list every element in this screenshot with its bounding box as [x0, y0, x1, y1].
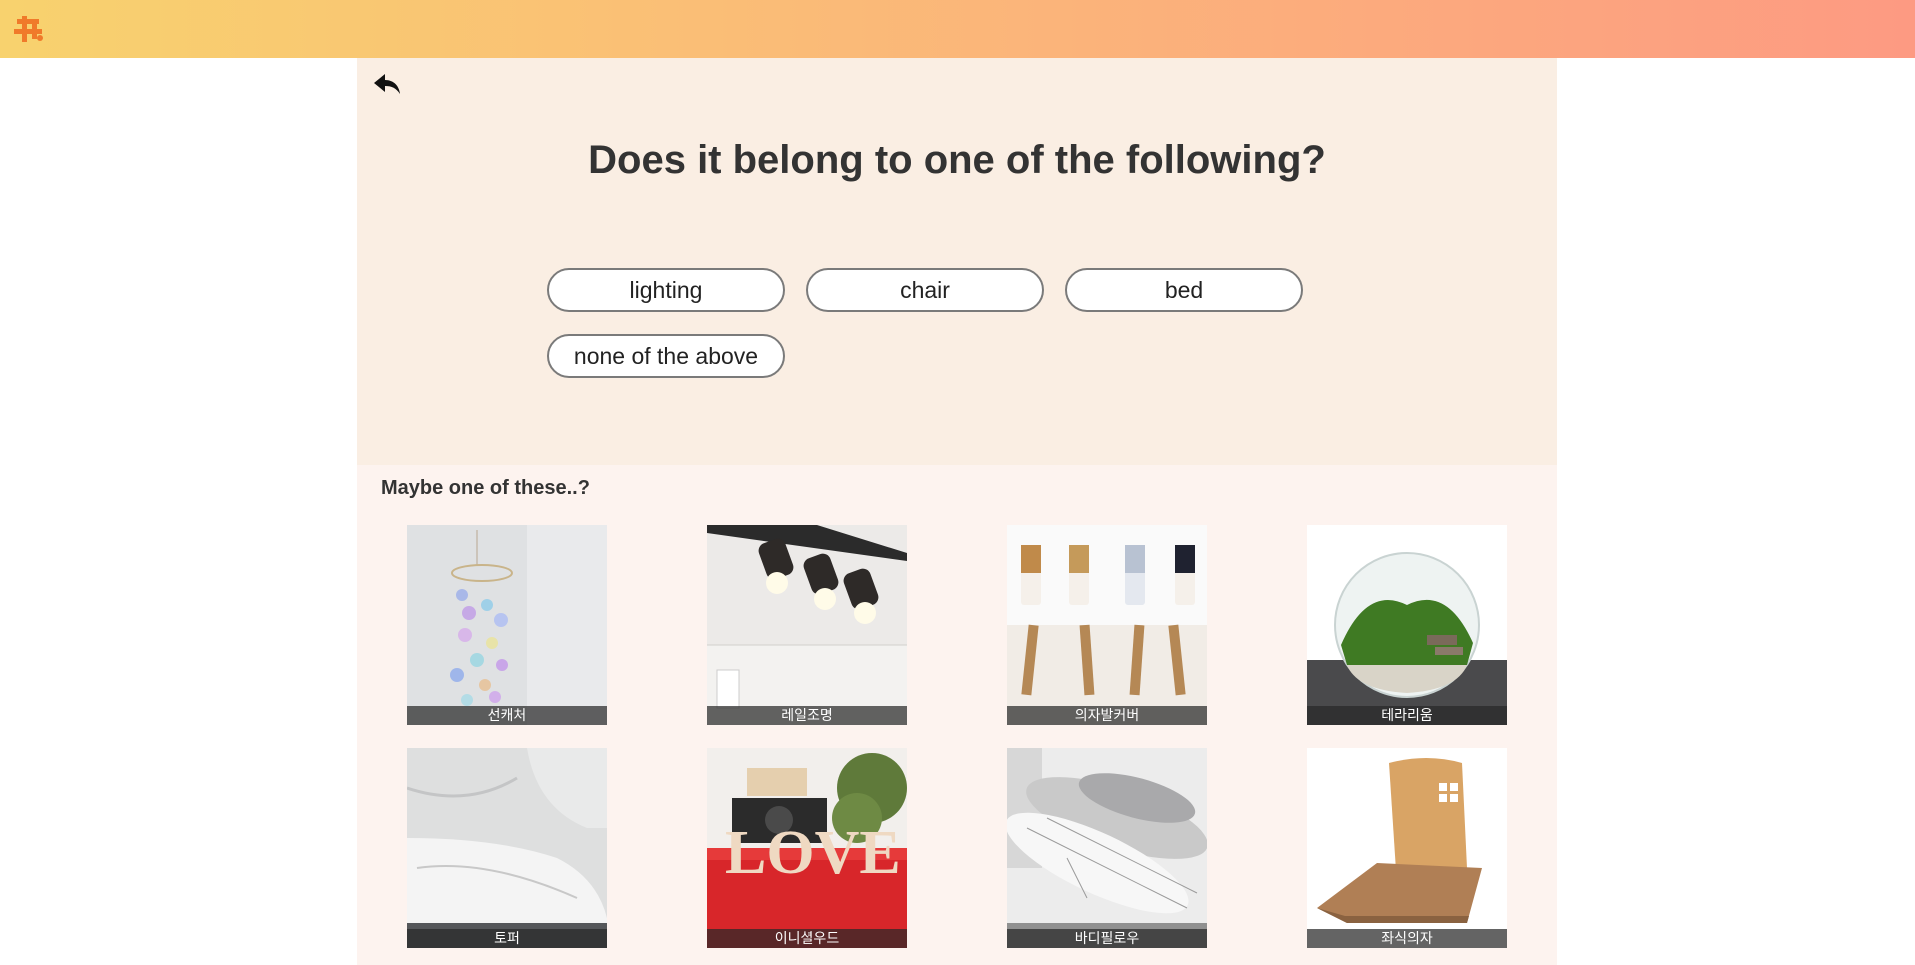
tile-caption: 선캐처 — [407, 706, 607, 725]
svg-text:LOVE: LOVE — [725, 819, 901, 887]
tile-caption: 좌식의자 — [1307, 929, 1507, 948]
tile-caption: 이니셜우드 — [707, 929, 907, 948]
suggestion-heading: Maybe one of these..? — [381, 477, 590, 499]
suggestion-tile[interactable]: 의자발커버 — [1007, 525, 1207, 725]
topper-image — [407, 748, 607, 948]
puzzle-logo-icon[interactable] — [14, 16, 44, 42]
top-bar — [0, 0, 1915, 58]
tile-caption: 레일조명 — [707, 706, 907, 725]
floor-chair-image — [1307, 748, 1507, 948]
initial-wood-image: LOVE — [707, 748, 907, 948]
tile-caption: 테라리움 — [1307, 706, 1507, 725]
terrarium-image — [1307, 525, 1507, 725]
option-bed-button[interactable]: bed — [1065, 268, 1303, 312]
suggestion-tile[interactable]: 토퍼 — [407, 748, 607, 948]
suggestion-tile[interactable]: 바디필로우 — [1007, 748, 1207, 948]
question-title: Does it belong to one of the following? — [588, 138, 1326, 182]
suggestion-tile[interactable]: 테라리움 — [1307, 525, 1507, 725]
option-chair-button[interactable]: chair — [806, 268, 1044, 312]
suggestion-tile[interactable]: 좌식의자 — [1307, 748, 1507, 948]
answer-options: lighting chair bed none of the above — [547, 268, 1347, 378]
rail-lighting-image — [707, 525, 907, 725]
tile-caption: 토퍼 — [407, 929, 607, 948]
option-lighting-button[interactable]: lighting — [547, 268, 785, 312]
question-panel: Does it belong to one of the following? … — [357, 58, 1557, 465]
body-pillow-image — [1007, 748, 1207, 948]
tile-caption: 의자발커버 — [1007, 706, 1207, 725]
tile-caption: 바디필로우 — [1007, 929, 1207, 948]
reply-arrow-icon[interactable] — [371, 70, 403, 98]
suggestion-section: Maybe one of these..? 선캐처 레일조명 의자발커버 테라리… — [357, 465, 1557, 965]
option-none-button[interactable]: none of the above — [547, 334, 785, 378]
chair-leg-cover-image — [1007, 525, 1207, 725]
suggestion-tile[interactable]: LOVE 이니셜우드 — [707, 748, 907, 948]
suncatcher-image — [407, 525, 607, 725]
suggestion-tile[interactable]: 레일조명 — [707, 525, 907, 725]
suggestion-tile[interactable]: 선캐처 — [407, 525, 607, 725]
